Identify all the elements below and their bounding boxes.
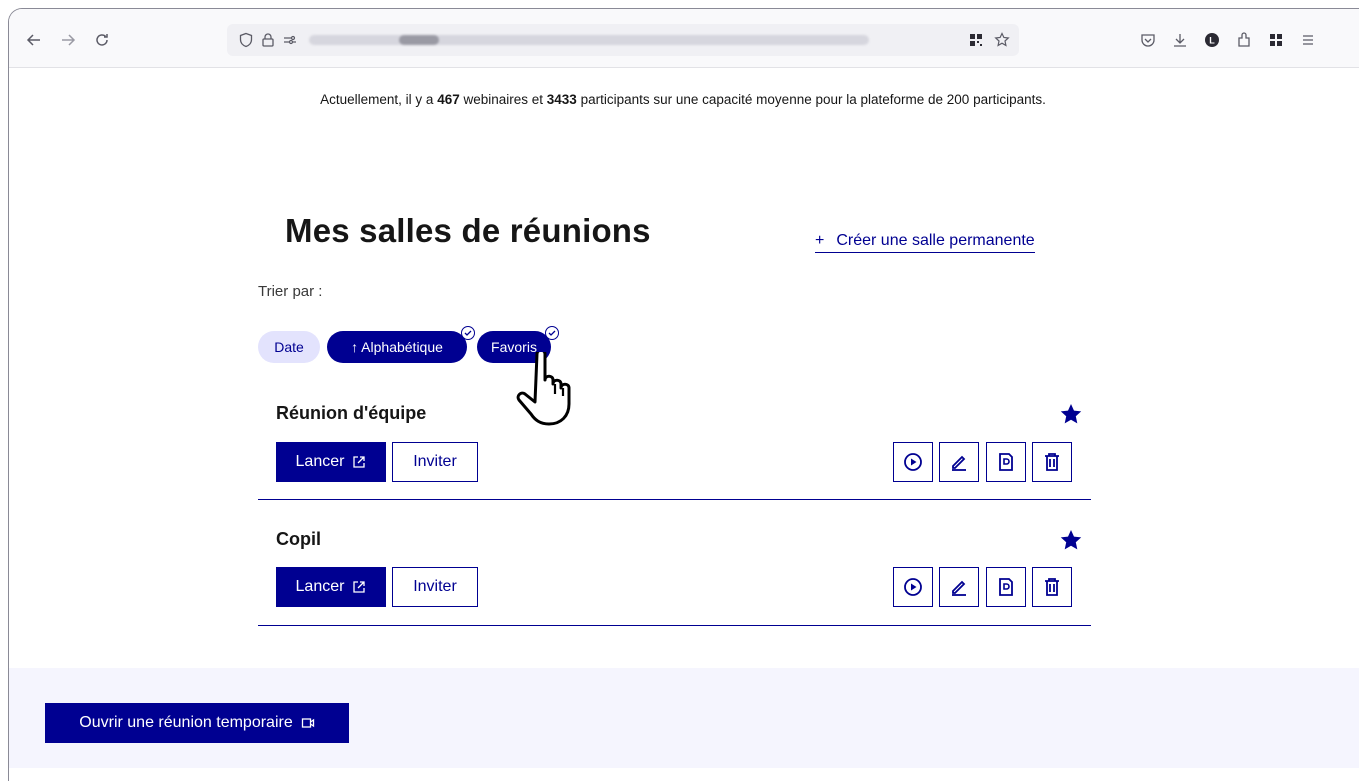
external-link-icon	[353, 456, 366, 468]
lock-icon[interactable]	[257, 29, 279, 51]
create-permanent-room-link[interactable]: + Créer une salle permanente	[815, 232, 1035, 253]
favorite-star-icon[interactable]	[1059, 402, 1083, 426]
sort-tag-alphabetical[interactable]: ↑ Alphabétique	[327, 331, 467, 363]
document-icon	[999, 453, 1013, 471]
video-camera-icon	[301, 718, 314, 728]
play-button[interactable]	[893, 567, 933, 607]
invite-button[interactable]: Inviter	[392, 567, 478, 607]
document-icon	[999, 578, 1013, 596]
launch-label: Lancer	[295, 578, 345, 595]
bookmark-star-icon[interactable]	[991, 29, 1013, 51]
launch-label: Lancer	[295, 453, 345, 470]
webinar-count: 467	[437, 92, 460, 107]
temp-button-label: Ouvrir une réunion temporaire	[79, 714, 293, 731]
shield-icon[interactable]	[235, 29, 257, 51]
play-button[interactable]	[893, 442, 933, 482]
browser-window: L	[8, 8, 1359, 781]
plus-icon: +	[815, 232, 825, 249]
favorite-star-icon[interactable]	[1059, 528, 1083, 552]
delete-button[interactable]	[1032, 567, 1072, 607]
download-icon[interactable]	[1169, 29, 1191, 51]
external-link-icon	[353, 581, 366, 593]
room-title: Réunion d'équipe	[276, 403, 427, 423]
back-arrow-icon[interactable]	[23, 29, 45, 51]
trash-icon	[1045, 453, 1059, 471]
stats-text: Actuellement, il y a	[320, 92, 438, 107]
room-divider	[258, 625, 1091, 626]
launch-button[interactable]: Lancer	[276, 442, 386, 482]
check-icon	[545, 326, 559, 340]
trash-icon	[1045, 578, 1059, 596]
open-temporary-meeting-button[interactable]: Ouvrir une réunion temporaire	[45, 703, 349, 743]
delete-button[interactable]	[1032, 442, 1072, 482]
document-button[interactable]	[986, 567, 1026, 607]
qr-code-icon[interactable]	[965, 29, 987, 51]
play-icon	[904, 578, 922, 596]
svg-text:L: L	[1209, 36, 1215, 46]
reload-icon[interactable]	[91, 29, 113, 51]
pencil-icon	[952, 455, 966, 471]
extensions-icon[interactable]	[1233, 29, 1255, 51]
platform-stats: Actuellement, il y a 467 webinaires et 3…	[0, 92, 1359, 107]
permissions-icon[interactable]	[279, 29, 301, 51]
room-divider	[258, 499, 1091, 500]
apps-icon[interactable]	[1265, 29, 1287, 51]
edit-button[interactable]	[939, 567, 979, 607]
room-title: Copil	[276, 529, 321, 549]
create-link-label: Créer une salle permanente	[836, 232, 1035, 249]
stats-text: webinaires et	[459, 92, 547, 107]
browser-toolbar: L	[9, 9, 1359, 68]
pocket-icon[interactable]	[1137, 29, 1159, 51]
sort-tag-date[interactable]: Date	[258, 331, 320, 363]
url-text-blurred	[309, 35, 869, 45]
play-icon	[904, 453, 922, 471]
page-title: Mes salles de réunions	[285, 212, 651, 249]
launch-button[interactable]: Lancer	[276, 567, 386, 607]
profile-icon[interactable]: L	[1201, 29, 1223, 51]
stats-text: participants sur une capacité moyenne po…	[576, 92, 1046, 107]
forward-arrow-icon[interactable]	[57, 29, 79, 51]
edit-button[interactable]	[939, 442, 979, 482]
participant-count: 3433	[546, 92, 577, 107]
url-bar[interactable]	[227, 24, 1019, 56]
invite-button[interactable]: Inviter	[392, 442, 478, 482]
hand-cursor-icon	[505, 348, 589, 437]
pencil-icon	[952, 580, 966, 596]
sort-label: Trier par :	[258, 283, 323, 300]
menu-icon[interactable]	[1297, 29, 1319, 51]
document-button[interactable]	[986, 442, 1026, 482]
check-icon	[461, 326, 475, 340]
